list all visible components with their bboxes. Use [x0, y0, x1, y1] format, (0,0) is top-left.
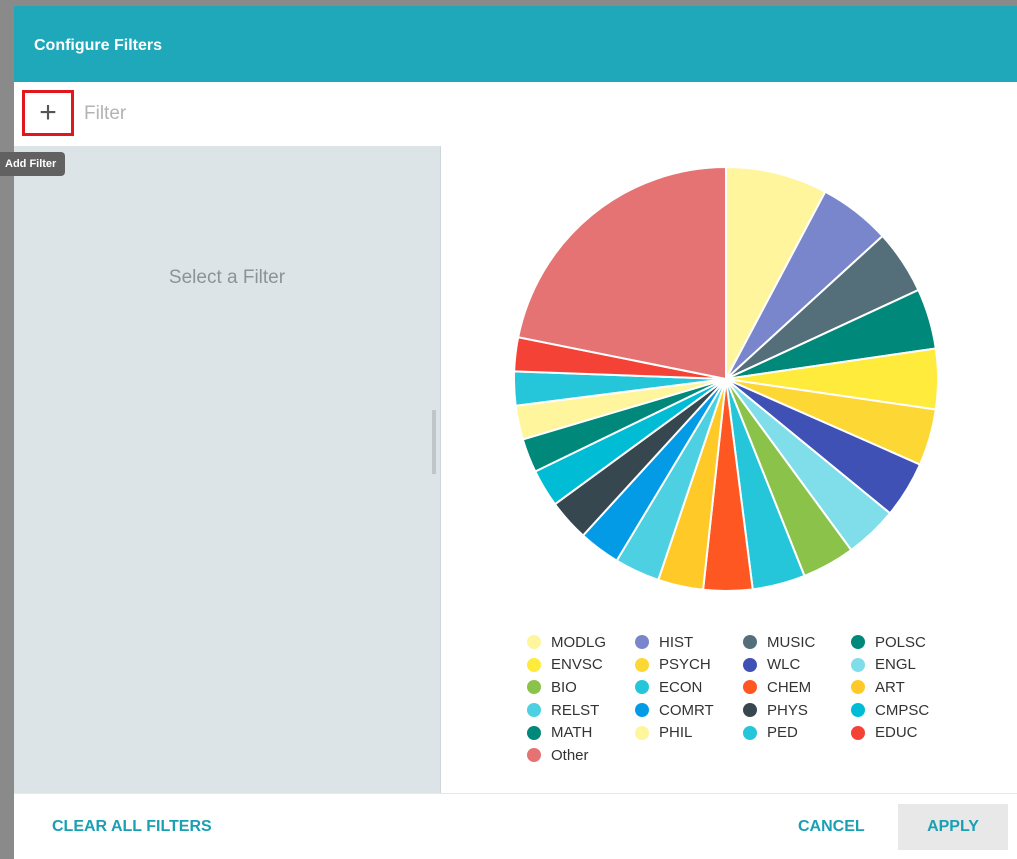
dialog-footer: CLEAR ALL FILTERS CANCEL APPLY [14, 793, 1017, 859]
apply-button[interactable]: APPLY [898, 804, 1008, 850]
cancel-button[interactable]: CANCEL [798, 794, 865, 859]
legend-item-ped[interactable]: PED [743, 722, 851, 743]
legend-swatch [635, 635, 649, 650]
legend-swatch [851, 657, 865, 672]
legend-swatch [527, 748, 541, 763]
legend-label: POLSC [875, 633, 926, 651]
legend-label: EDUC [875, 724, 918, 742]
legend-swatch [851, 635, 865, 650]
legend-swatch [635, 680, 649, 695]
legend-label: CHEM [767, 678, 812, 696]
panel-resize-handle[interactable] [432, 410, 436, 474]
legend-label: ECON [659, 678, 703, 696]
legend-label: WLC [767, 656, 801, 674]
legend-item-phys[interactable]: PHYS [743, 700, 851, 721]
legend-label: ART [875, 678, 905, 696]
legend-label: BIO [551, 678, 577, 696]
legend-item-engl[interactable]: ENGL [851, 655, 959, 676]
legend-label: COMRT [659, 701, 714, 719]
legend-label: MODLG [551, 633, 607, 651]
legend-swatch [635, 703, 649, 718]
legend-swatch [743, 657, 757, 672]
filter-input[interactable] [82, 98, 686, 130]
add-filter-button[interactable]: + [22, 90, 74, 136]
legend-swatch [743, 725, 757, 740]
legend-label: PHIL [659, 724, 693, 742]
configure-filters-dialog: Configure Filters + Select a Filter MODL… [14, 6, 1017, 859]
legend-label: Other [551, 746, 589, 764]
legend-item-relst[interactable]: RELST [527, 700, 635, 721]
legend-item-polsc[interactable]: POLSC [851, 632, 959, 653]
legend-label: ENVSC [551, 656, 603, 674]
legend-item-econ[interactable]: ECON [635, 677, 743, 698]
legend-item-wlc[interactable]: WLC [743, 655, 851, 676]
legend-item-phil[interactable]: PHIL [635, 722, 743, 743]
legend-label: PSYCH [659, 656, 711, 674]
legend-item-comrt[interactable]: COMRT [635, 700, 743, 721]
legend-swatch [851, 680, 865, 695]
legend-item-other[interactable]: Other [527, 745, 635, 766]
clear-all-filters-button[interactable]: CLEAR ALL FILTERS [52, 794, 212, 859]
empty-state-message: Select a Filter [168, 267, 286, 288]
legend-label: HIST [659, 633, 694, 651]
legend-label: ENGL [875, 656, 916, 674]
legend-item-modlg[interactable]: MODLG [527, 632, 635, 653]
legend-swatch [635, 657, 649, 672]
chart-panel: MODLG HIST MUSIC POLSC ENVSC PSYCH WLC ENGL BIO E… [441, 146, 1017, 793]
legend-swatch [743, 635, 757, 650]
legend-swatch [527, 635, 541, 650]
legend-item-envsc[interactable]: ENVSC [527, 655, 635, 676]
filter-bar: + [14, 82, 1017, 147]
legend-label: PED [767, 724, 798, 742]
legend-swatch [527, 680, 541, 695]
legend-item-bio[interactable]: BIO [527, 677, 635, 698]
legend-swatch [527, 657, 541, 672]
legend-label: CMPSC [875, 701, 930, 719]
dialog-header: Configure Filters [14, 6, 1017, 82]
legend-swatch [527, 725, 541, 740]
legend-swatch [527, 703, 541, 718]
chart-legend: MODLG HIST MUSIC POLSC ENVSC PSYCH WLC ENGL BIO E… [527, 632, 967, 766]
legend-swatch [743, 703, 757, 718]
add-filter-tooltip: Add Filter [0, 152, 66, 176]
legend-swatch [851, 703, 865, 718]
legend-item-music[interactable]: MUSIC [743, 632, 851, 653]
legend-item-art[interactable]: ART [851, 677, 959, 698]
dialog-title: Configure Filters [34, 37, 163, 54]
filter-list-panel: Select a Filter [14, 146, 441, 793]
legend-item-educ[interactable]: EDUC [851, 722, 959, 743]
legend-label: MATH [551, 724, 593, 742]
legend-item-cmpsc[interactable]: CMPSC [851, 700, 959, 721]
legend-item-psych[interactable]: PSYCH [635, 655, 743, 676]
legend-label: MUSIC [767, 633, 816, 651]
legend-item-math[interactable]: MATH [527, 722, 635, 743]
legend-item-hist[interactable]: HIST [635, 632, 743, 653]
legend-label: RELST [551, 701, 600, 719]
legend-label: PHYS [767, 701, 808, 719]
pie-chart [513, 165, 939, 592]
legend-item-chem[interactable]: CHEM [743, 677, 851, 698]
legend-swatch [743, 680, 757, 695]
legend-swatch [635, 725, 649, 740]
plus-icon: + [39, 96, 57, 129]
legend-swatch [851, 725, 865, 740]
